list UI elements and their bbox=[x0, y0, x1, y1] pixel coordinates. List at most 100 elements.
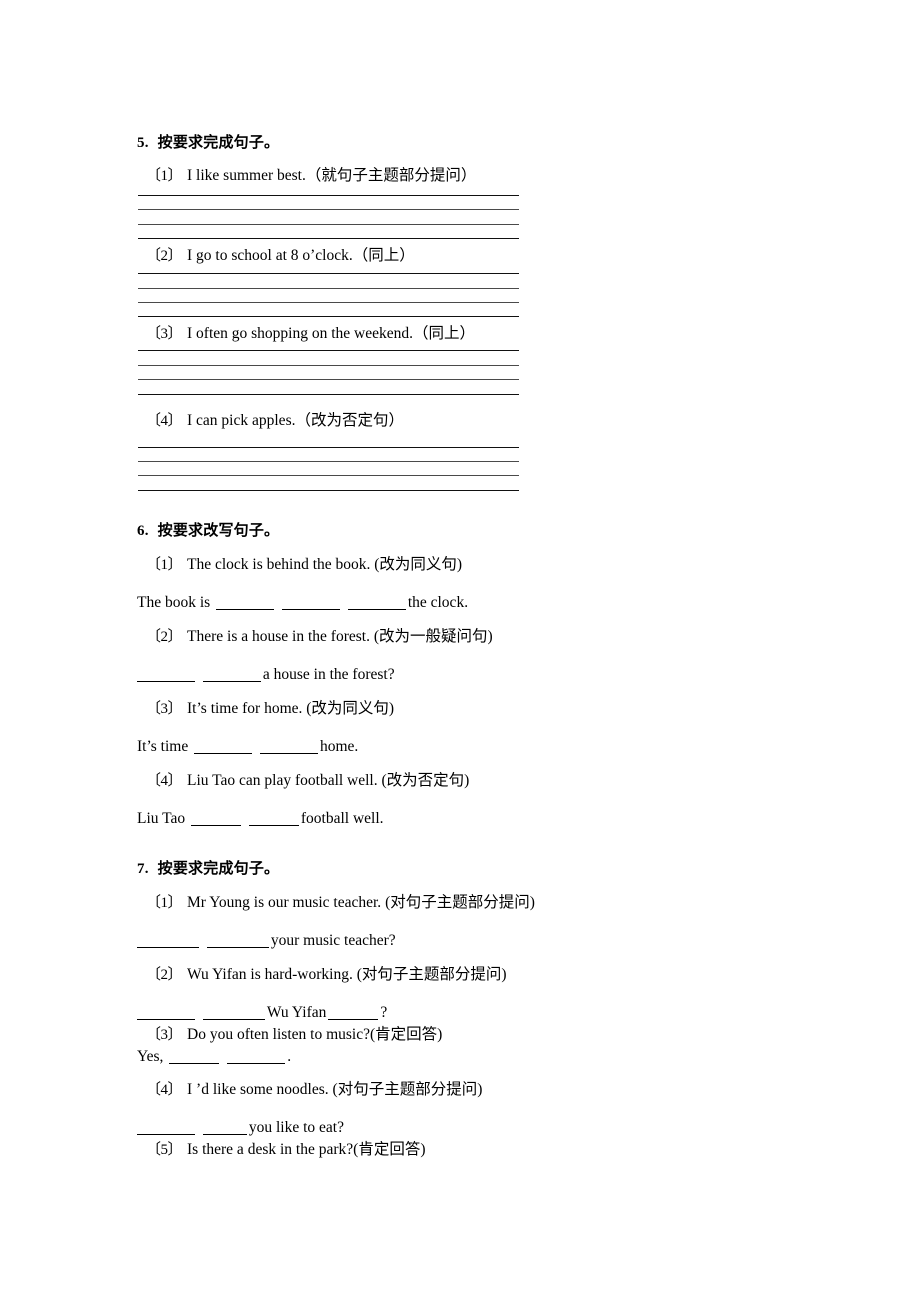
question-7-5: 〔5〕 Is there a desk in the park?(肯定回答) bbox=[137, 1139, 777, 1161]
question-7-4: 〔4〕 I ’d like some noodles. (对句子主题部分提问) bbox=[137, 1079, 777, 1101]
answer-blank[interactable] bbox=[194, 739, 253, 754]
section-number-7: 7. bbox=[137, 860, 149, 877]
question-stem: The clock is behind the book. bbox=[187, 555, 371, 573]
document-page: 5. 按要求完成句子。 〔1〕 I like summer best.（就句子主题部… bbox=[0, 0, 920, 1302]
question-stem: I like summer best. bbox=[187, 167, 306, 184]
answer-suffix: ? bbox=[380, 1003, 388, 1021]
question-stem: Is there a desk in the park? bbox=[187, 1140, 354, 1158]
answer-prefix: Yes, bbox=[137, 1047, 164, 1065]
question-note: （就句子主题部分提问） bbox=[305, 167, 477, 184]
answer-7-3: Yes, . bbox=[137, 1046, 777, 1067]
section-heading-7: 7. 按要求完成句子。 bbox=[137, 859, 777, 879]
answer-middle: Wu Yifan bbox=[266, 1003, 327, 1021]
section-number-6: 6. bbox=[137, 522, 149, 539]
answer-7-1: your music teacher? bbox=[135, 930, 777, 951]
question-index: 〔2〕 bbox=[146, 248, 183, 265]
rule-line bbox=[138, 223, 519, 225]
question-index: 〔3〕 bbox=[146, 326, 183, 343]
answer-6-1: The book is the clock. bbox=[137, 592, 777, 613]
answer-suffix: your music teacher? bbox=[270, 931, 396, 949]
answer-blank[interactable] bbox=[202, 1005, 265, 1020]
question-5-3: 〔3〕 I often go shopping on the weekend.（同… bbox=[137, 323, 777, 345]
answer-blank[interactable] bbox=[206, 933, 269, 948]
section-title-6: 按要求改写句子。 bbox=[157, 521, 280, 539]
question-index: 〔5〕 bbox=[146, 1141, 183, 1158]
question-5-2: 〔2〕 I go to school at 8 o’clock.（同上） bbox=[137, 245, 777, 267]
question-index: 〔4〕 bbox=[146, 772, 183, 789]
question-6-2: 〔2〕 There is a house in the forest. (改为一般… bbox=[137, 626, 777, 648]
question-stem: Liu Tao can play football well. bbox=[187, 771, 378, 789]
rule-line bbox=[138, 460, 519, 462]
question-stem: It’s time for home. bbox=[187, 699, 303, 717]
answer-suffix: home. bbox=[319, 737, 359, 755]
answer-rules-5-1[interactable] bbox=[138, 195, 519, 240]
section-title-7: 按要求完成句子。 bbox=[157, 859, 280, 877]
answer-blank[interactable] bbox=[347, 595, 406, 610]
answer-blank[interactable] bbox=[202, 1120, 247, 1135]
rule-line bbox=[138, 350, 519, 352]
question-stem: I can pick apples. bbox=[187, 411, 296, 429]
section-heading-6: 6. 按要求改写句子。 bbox=[137, 521, 777, 541]
answer-suffix: football well. bbox=[300, 809, 384, 827]
answer-6-2: a house in the forest? bbox=[135, 664, 777, 685]
answer-blank[interactable] bbox=[248, 811, 299, 826]
question-index: 〔1〕 bbox=[146, 556, 183, 573]
question-7-2: 〔2〕 Wu Yifan is hard-working. (对句子主题部分提问) bbox=[137, 964, 777, 986]
question-stem: I ’d like some noodles. bbox=[187, 1080, 329, 1098]
answer-blank[interactable] bbox=[137, 1005, 195, 1020]
rule-line bbox=[138, 301, 519, 303]
question-index: 〔3〕 bbox=[146, 1026, 183, 1043]
answer-suffix: you like to eat? bbox=[248, 1118, 344, 1136]
question-6-1: 〔1〕 The clock is behind the book. (改为同义句) bbox=[137, 554, 777, 576]
question-note: （同上） bbox=[352, 247, 415, 265]
answer-suffix: a house in the forest? bbox=[262, 665, 395, 683]
rule-line bbox=[138, 475, 519, 477]
question-note: (对句子主题部分提问) bbox=[356, 965, 507, 983]
rule-line bbox=[138, 364, 519, 366]
answer-rules-5-4[interactable] bbox=[138, 446, 519, 491]
question-index: 〔1〕 bbox=[146, 168, 183, 184]
question-note: (改为否定句) bbox=[381, 771, 470, 789]
answer-blank[interactable] bbox=[216, 595, 275, 610]
question-note: (肯定回答) bbox=[369, 1025, 443, 1043]
question-index: 〔4〕 bbox=[146, 412, 183, 429]
question-note: （同上） bbox=[413, 325, 476, 343]
answer-suffix: . bbox=[287, 1047, 292, 1065]
question-stem: There is a house in the forest. bbox=[187, 627, 370, 645]
rule-line bbox=[138, 287, 519, 289]
answer-blank[interactable] bbox=[202, 667, 261, 682]
rule-line bbox=[138, 209, 519, 211]
page-content: 5. 按要求完成句子。 〔1〕 I like summer best.（就句子主题部… bbox=[137, 132, 777, 1161]
section-number-5: 5. bbox=[137, 135, 149, 151]
answer-blank[interactable] bbox=[191, 811, 242, 826]
answer-blank[interactable] bbox=[281, 595, 340, 610]
answer-blank[interactable] bbox=[137, 667, 195, 682]
question-note: (对句子主题部分提问) bbox=[385, 893, 535, 911]
question-6-3: 〔3〕 It’s time for home. (改为同义句) bbox=[137, 698, 777, 720]
answer-blank[interactable] bbox=[227, 1049, 286, 1064]
question-index: 〔1〕 bbox=[146, 894, 183, 911]
question-index: 〔2〕 bbox=[146, 966, 183, 983]
question-stem: I go to school at 8 o’clock. bbox=[187, 247, 353, 265]
answer-blank[interactable] bbox=[137, 1120, 195, 1135]
question-note: （改为否定句） bbox=[295, 411, 404, 429]
question-6-4: 〔4〕 Liu Tao can play football well. (改为否定… bbox=[137, 770, 777, 792]
answer-prefix: The book is bbox=[137, 593, 211, 611]
question-stem: Wu Yifan is hard-working. bbox=[187, 965, 353, 983]
question-5-4: 〔4〕 I can pick apples.（改为否定句） bbox=[137, 410, 777, 432]
answer-rules-5-2[interactable] bbox=[138, 273, 519, 318]
section-title-5: 按要求完成句子。 bbox=[157, 134, 280, 151]
answer-rules-5-3[interactable] bbox=[138, 350, 519, 395]
answer-6-3: It’s time home. bbox=[137, 736, 777, 757]
answer-blank[interactable] bbox=[169, 1049, 220, 1064]
answer-blank[interactable] bbox=[137, 933, 199, 948]
rule-line bbox=[138, 379, 519, 381]
section-heading-5: 5. 按要求完成句子。 bbox=[137, 133, 777, 153]
answer-blank[interactable] bbox=[259, 739, 318, 754]
question-stem: I often go shopping on the weekend. bbox=[187, 325, 414, 343]
question-stem: Mr Young is our music teacher. bbox=[187, 893, 382, 911]
rule-line bbox=[138, 446, 519, 448]
answer-blank[interactable] bbox=[328, 1005, 379, 1020]
question-7-1: 〔1〕 Mr Young is our music teacher. (对句子主题… bbox=[137, 892, 777, 914]
answer-6-4: Liu Tao football well. bbox=[137, 808, 777, 829]
